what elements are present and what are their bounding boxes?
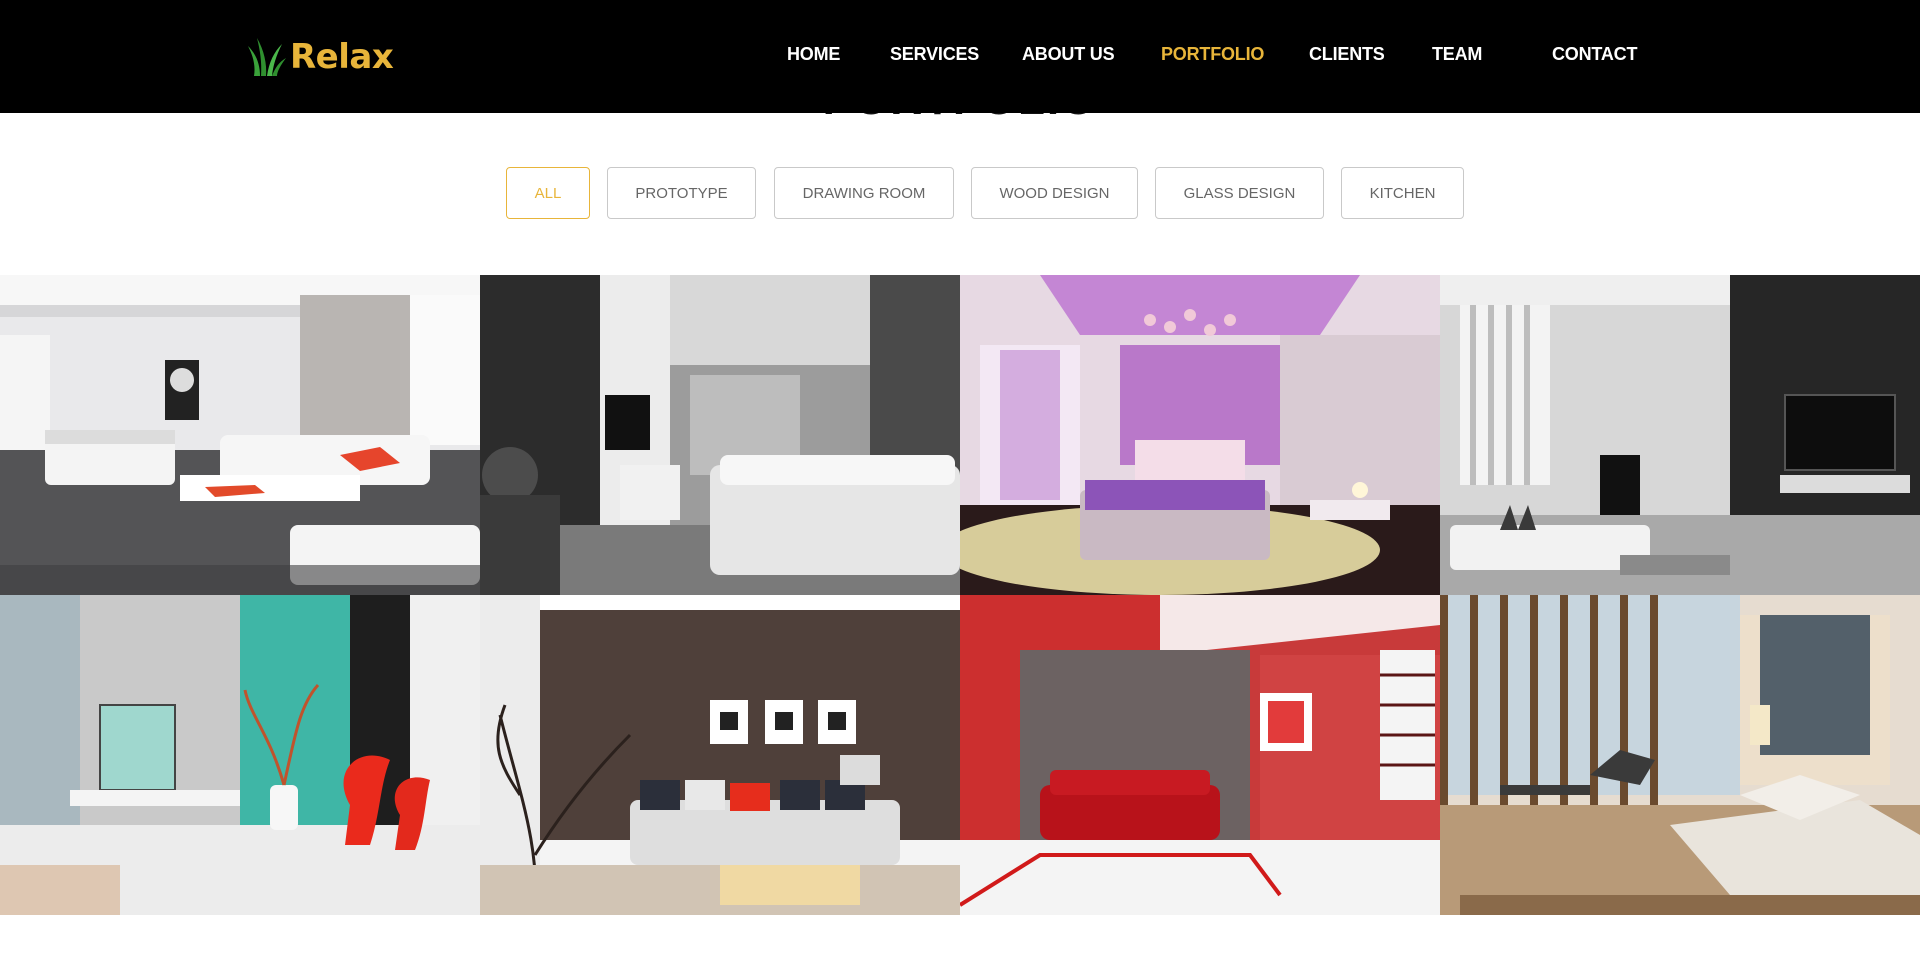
portfolio-item[interactable] — [1440, 275, 1920, 595]
portfolio-item[interactable] — [0, 275, 480, 595]
nav-clients[interactable]: CLIENTS — [1309, 44, 1385, 65]
filter-kitchen[interactable]: KITCHEN — [1341, 167, 1464, 219]
grey-living-room-image — [1440, 275, 1920, 595]
nav-about-us[interactable]: ABOUT US — [1022, 44, 1115, 65]
nav-contact[interactable]: CONTACT — [1552, 44, 1637, 65]
nav-home[interactable]: HOME — [787, 44, 840, 65]
brand-name: Relax — [290, 37, 394, 77]
sunlit-bedroom-image — [1440, 595, 1920, 915]
nav-services[interactable]: SERVICES — [890, 44, 979, 65]
portfolio-item[interactable] — [0, 595, 480, 915]
portfolio-item[interactable] — [480, 595, 960, 915]
portfolio-item[interactable] — [960, 595, 1440, 915]
portfolio-item[interactable] — [960, 275, 1440, 595]
purple-bedroom-image — [960, 275, 1440, 595]
brown-lounge-image — [480, 595, 960, 915]
teal-living-room-image — [0, 595, 480, 915]
nav-portfolio[interactable]: PORTFOLIO — [1161, 44, 1264, 65]
filter-prototype[interactable]: PROTOTYPE — [607, 167, 756, 219]
portfolio-item[interactable] — [480, 275, 960, 595]
filter-glass-design[interactable]: GLASS DESIGN — [1155, 167, 1324, 219]
monochrome-bedroom-image — [480, 275, 960, 595]
filter-drawing-room[interactable]: DRAWING ROOM — [774, 167, 954, 219]
nav-team[interactable]: TEAM — [1432, 44, 1482, 65]
white-living-room-image — [0, 275, 480, 595]
filter-all[interactable]: ALL — [506, 167, 590, 219]
filter-wood-design[interactable]: WOOD DESIGN — [971, 167, 1138, 219]
top-navbar: Relax HOME SERVICES ABOUT US PORTFOLIO C… — [0, 0, 1920, 113]
brand-logo[interactable]: Relax — [248, 36, 394, 78]
portfolio-item[interactable] — [1440, 595, 1920, 915]
red-living-room-image — [960, 595, 1440, 915]
grass-leaf-icon — [248, 38, 286, 76]
